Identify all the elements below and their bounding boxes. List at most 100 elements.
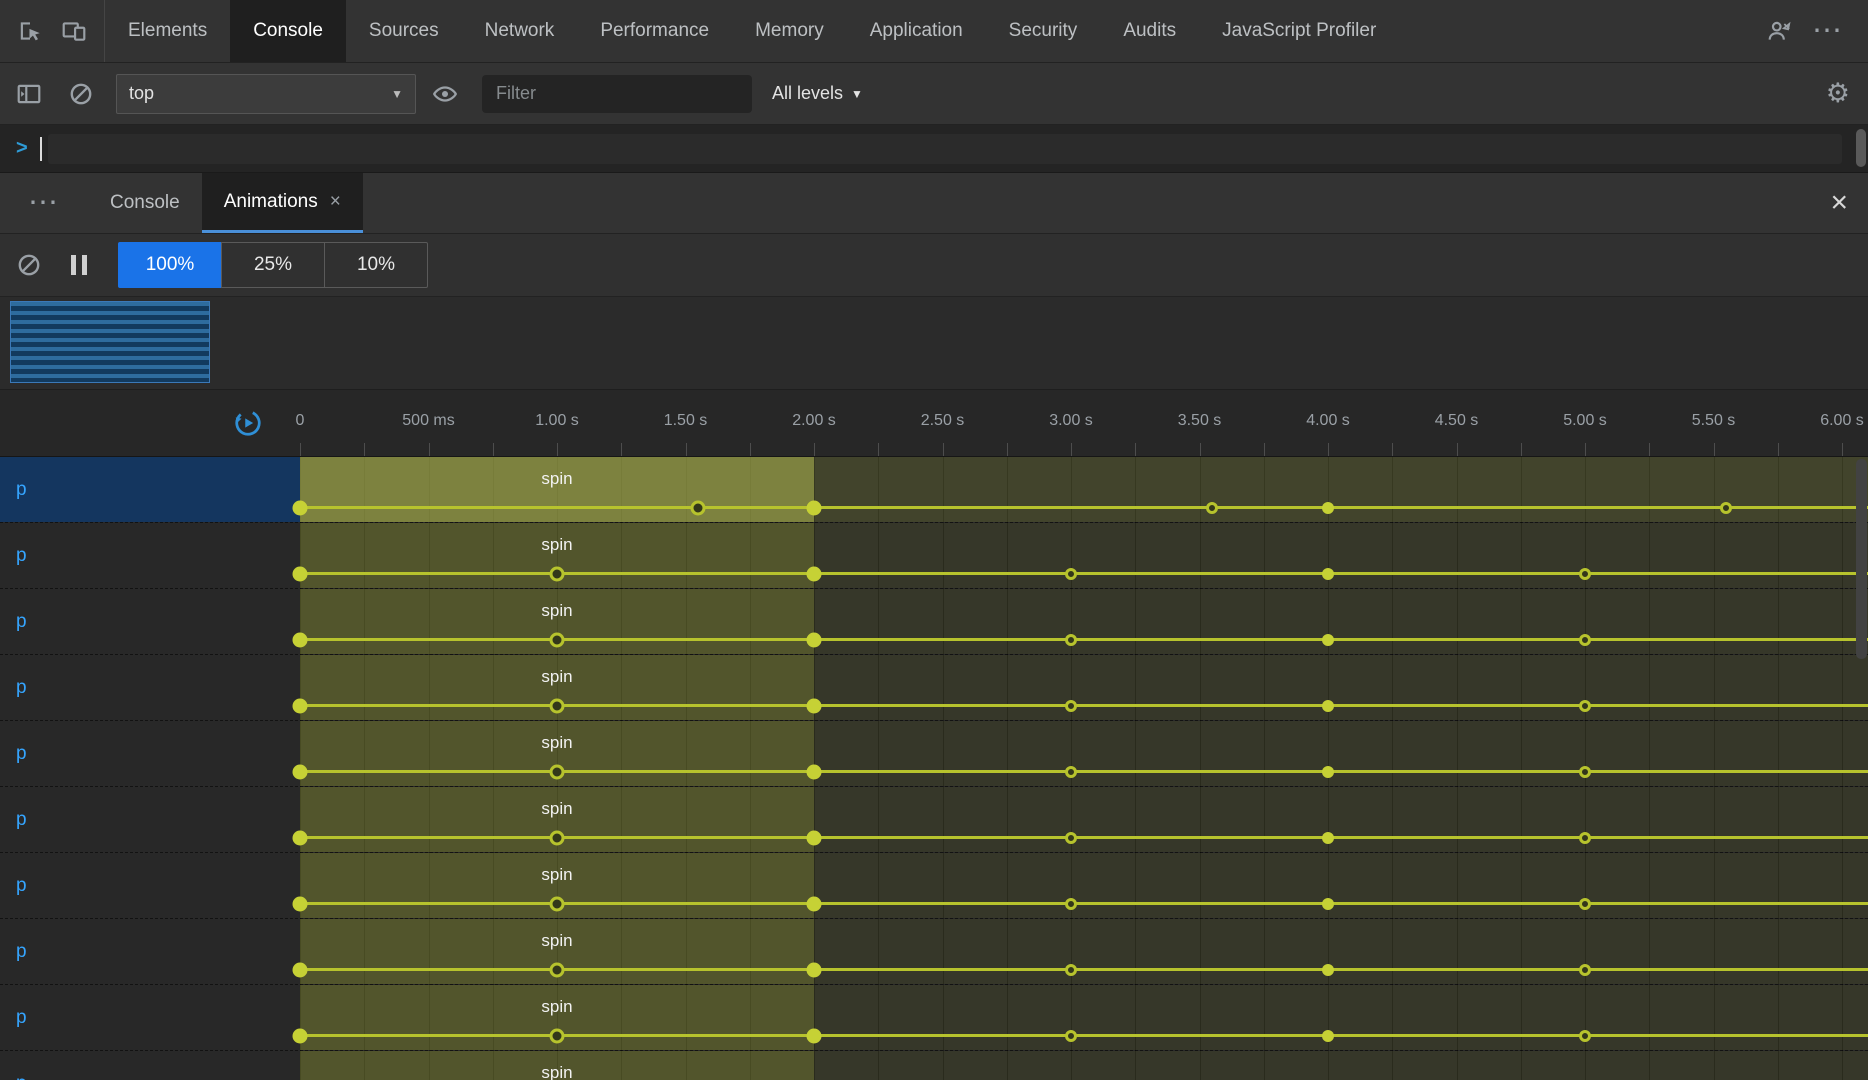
keyframe-dot[interactable] (292, 896, 308, 911)
drawer-tab-console[interactable]: Console (88, 173, 202, 233)
playback-rate-25[interactable]: 25% (221, 242, 325, 288)
tab-performance[interactable]: Performance (577, 0, 732, 62)
keyframe-dot[interactable] (292, 500, 308, 515)
eye-icon[interactable] (422, 71, 468, 117)
keyframe-dot[interactable] (806, 896, 822, 911)
more-options-icon[interactable]: ⋯ (1802, 16, 1854, 46)
keyframe-dot[interactable] (549, 632, 565, 647)
keyframe-dot[interactable] (1579, 831, 1591, 844)
animation-row[interactable]: p spin (0, 457, 1868, 523)
keyframe-dot[interactable] (549, 1028, 565, 1043)
console-prompt[interactable]: > (0, 125, 1868, 173)
keyframe-dot[interactable] (1322, 633, 1334, 646)
clear-console-icon[interactable] (58, 71, 104, 117)
keyframe-dot[interactable] (549, 896, 565, 911)
console-sidebar-toggle-icon[interactable] (6, 71, 52, 117)
tab-javascript-profiler[interactable]: JavaScript Profiler (1199, 0, 1399, 62)
tab-memory[interactable]: Memory (732, 0, 847, 62)
keyframe-dot[interactable] (1579, 897, 1591, 910)
settings-gear-icon[interactable]: ⚙ (1826, 80, 1850, 107)
keyframe-dot[interactable] (1065, 699, 1077, 712)
row-track[interactable]: spin (292, 655, 1868, 720)
animation-row[interactable]: p spin (0, 919, 1868, 985)
log-levels-dropdown[interactable]: All levels ▼ (772, 83, 863, 104)
row-track[interactable]: spin (292, 919, 1868, 984)
drawer-tab-animations[interactable]: Animations × (201, 173, 363, 233)
keyframe-dot[interactable] (292, 1028, 308, 1043)
row-node-label[interactable]: p (0, 853, 300, 918)
row-track[interactable]: spin (300, 1051, 1868, 1080)
row-node-label[interactable]: p (0, 523, 300, 588)
tab-application[interactable]: Application (847, 0, 986, 62)
inspect-element-icon[interactable] (8, 9, 52, 53)
animation-row[interactable]: p spin (0, 523, 1868, 589)
tab-network[interactable]: Network (462, 0, 578, 62)
keyframe-dot[interactable] (1322, 501, 1334, 514)
playback-rate-100[interactable]: 100% (118, 242, 222, 288)
keyframe-dot[interactable] (1322, 1029, 1334, 1042)
keyframe-dot[interactable] (806, 962, 822, 977)
keyframe-dot[interactable] (806, 698, 822, 713)
keyframe-dot[interactable] (1579, 567, 1591, 580)
animation-row[interactable]: p spin (0, 721, 1868, 787)
keyframe-dot[interactable] (1322, 765, 1334, 778)
keyframe-dot[interactable] (1579, 1029, 1591, 1042)
playback-rate-10[interactable]: 10% (324, 242, 428, 288)
tab-security[interactable]: Security (986, 0, 1101, 62)
keyframe-dot[interactable] (1720, 501, 1733, 514)
row-track[interactable]: spin (292, 853, 1868, 918)
row-node-label[interactable]: p (0, 787, 300, 852)
keyframe-dot[interactable] (1322, 699, 1334, 712)
tab-console[interactable]: Console (230, 0, 346, 62)
keyframe-dot[interactable] (1065, 1029, 1077, 1042)
tab-audits[interactable]: Audits (1100, 0, 1199, 62)
keyframe-dot[interactable] (1065, 765, 1077, 778)
keyframe-dot[interactable] (806, 764, 822, 779)
keyframe-dot[interactable] (549, 698, 565, 713)
row-node-label[interactable]: p (0, 655, 300, 720)
keyframe-dot[interactable] (549, 830, 565, 845)
keyframe-dot[interactable] (292, 566, 308, 581)
keyframe-dot[interactable] (1579, 633, 1591, 646)
keyframe-dot[interactable] (806, 830, 822, 845)
console-scrollbar-thumb[interactable] (1856, 129, 1866, 167)
keyframe-dot[interactable] (292, 698, 308, 713)
console-input-field[interactable] (47, 133, 1842, 164)
remote-devices-icon[interactable] (1758, 9, 1802, 53)
keyframe-dot[interactable] (1065, 963, 1077, 976)
keyframe-dot[interactable] (1065, 567, 1077, 580)
animation-row[interactable]: p spin (0, 589, 1868, 655)
keyframe-dot[interactable] (292, 962, 308, 977)
drawer-more-icon[interactable]: ⋯ (0, 173, 88, 233)
keyframe-dot[interactable] (549, 566, 565, 581)
keyframe-dot[interactable] (806, 1028, 822, 1043)
row-track[interactable]: spin (292, 523, 1868, 588)
keyframe-dot[interactable] (549, 764, 565, 779)
keyframe-dot[interactable] (690, 500, 706, 515)
keyframe-dot[interactable] (1579, 765, 1591, 778)
row-node-label[interactable]: p (0, 985, 300, 1050)
pause-all-icon[interactable] (56, 242, 102, 288)
keyframe-dot[interactable] (1579, 699, 1591, 712)
row-node-label[interactable]: p (0, 919, 300, 984)
device-toolbar-icon[interactable] (52, 9, 96, 53)
row-node-label[interactable]: p (0, 721, 300, 786)
keyframe-dot[interactable] (1322, 897, 1334, 910)
keyframe-dot[interactable] (1065, 633, 1077, 646)
keyframe-dot[interactable] (292, 764, 308, 779)
keyframe-dot[interactable] (1206, 501, 1219, 514)
row-node-label[interactable]: p (0, 1051, 300, 1080)
row-track[interactable]: spin (292, 787, 1868, 852)
row-track[interactable]: spin (292, 457, 1868, 522)
keyframe-dot[interactable] (1579, 963, 1591, 976)
animation-group-preview[interactable] (10, 301, 210, 383)
tab-elements[interactable]: Elements (105, 0, 230, 62)
animation-row[interactable]: p spin (0, 1051, 1868, 1080)
animation-row[interactable]: p spin (0, 655, 1868, 721)
keyframe-dot[interactable] (806, 632, 822, 647)
row-track[interactable]: spin (292, 589, 1868, 654)
execution-context-selector[interactable]: top ▼ (116, 73, 416, 114)
animation-row[interactable]: p spin (0, 787, 1868, 853)
row-track[interactable]: spin (292, 721, 1868, 786)
timeline-scrollbar-thumb[interactable] (1856, 459, 1867, 659)
